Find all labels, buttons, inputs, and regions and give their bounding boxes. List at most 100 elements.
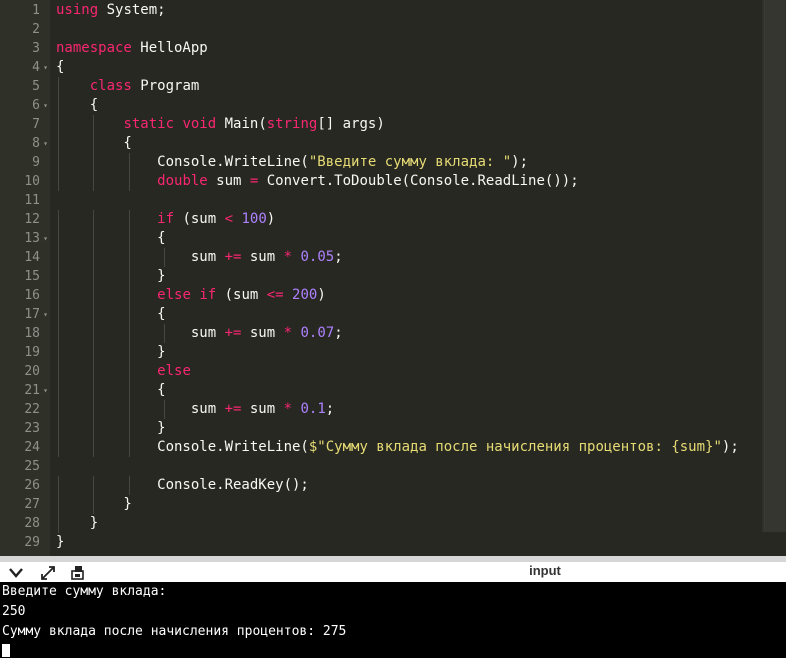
code-token: else: [157, 363, 191, 379]
line-number: 23: [24, 421, 40, 436]
line-number: 8: [32, 136, 40, 151]
code-token: }: [56, 268, 166, 284]
code-line[interactable]: 11: [0, 191, 786, 210]
code-token: Console.WriteLine(: [56, 154, 309, 170]
fold-arrow-icon[interactable]: ▾: [41, 305, 50, 324]
code-line[interactable]: 21 ▾ {: [0, 381, 786, 400]
code-token: 0.05: [300, 249, 335, 265]
console-line: Введите сумму вклада:: [2, 584, 167, 599]
code-token: *: [283, 325, 293, 341]
code-line[interactable]: 4 ▾ {: [0, 58, 786, 77]
code-line[interactable]: 2: [0, 20, 786, 39]
line-number: 18: [24, 326, 40, 341]
code-token: (sum: [216, 287, 267, 303]
line-number: 26: [24, 478, 40, 493]
code-line[interactable]: 16 else if (sum <= 200): [0, 286, 786, 305]
line-number: 5: [32, 79, 40, 94]
code-token: Program: [131, 78, 200, 94]
line-number: 15: [24, 269, 40, 284]
fold-arrow-icon[interactable]: ▾: [41, 96, 50, 115]
console-line: Сумму вклада после начисления процентов:…: [2, 624, 347, 639]
code-text: double sum = Convert.ToDouble(Console.Re…: [56, 172, 579, 191]
fold-arrow-icon[interactable]: ▾: [41, 381, 50, 400]
code-line[interactable]: 9 Console.WriteLine("Введите сумму вклад…: [0, 153, 786, 172]
code-line[interactable]: 19 }: [0, 343, 786, 362]
code-token: class: [89, 78, 132, 94]
copy-icon[interactable]: [68, 564, 88, 582]
code-token: 200: [292, 287, 318, 303]
code-line[interactable]: 5 class Program: [0, 77, 786, 96]
code-token: sum: [241, 249, 284, 265]
code-line[interactable]: 8 ▾ {: [0, 134, 786, 153]
code-token: ): [266, 211, 276, 227]
code-token: Convert.ToDouble(Console.ReadLine());: [258, 173, 579, 189]
code-token: sum: [241, 401, 284, 417]
code-line[interactable]: 14 sum += sum * 0.05;: [0, 248, 786, 267]
code-token: namespace: [56, 40, 132, 56]
code-line[interactable]: 17 ▾ {: [0, 305, 786, 324]
line-number: 11: [24, 193, 40, 208]
code-text: {: [56, 96, 98, 115]
code-token: HelloApp: [131, 40, 208, 56]
code-text: {: [56, 134, 132, 153]
code-line[interactable]: 12 if (sum < 100): [0, 210, 786, 229]
expand-arrows-icon[interactable]: [38, 564, 58, 582]
code-line[interactable]: 27 }: [0, 495, 786, 514]
line-number: 13: [24, 231, 40, 246]
code-token: {: [56, 230, 166, 246]
code-line[interactable]: 25: [0, 457, 786, 476]
output-toolbar: input: [0, 556, 786, 582]
code-line[interactable]: 3 namespace HelloApp: [0, 39, 786, 58]
code-line[interactable]: 20 else: [0, 362, 786, 381]
line-number: 4: [32, 60, 40, 75]
code-line[interactable]: 22 sum += sum * 0.1;: [0, 400, 786, 419]
code-line[interactable]: 29}: [0, 533, 786, 552]
line-number: 7: [32, 117, 40, 132]
code-token: }: [56, 534, 65, 550]
code-token: (sum: [174, 211, 225, 227]
code-token: "Введите сумму вклада: ": [308, 154, 512, 170]
code-line[interactable]: 26 Console.ReadKey();: [0, 476, 786, 495]
line-number: 3: [32, 41, 40, 56]
console-output[interactable]: Введите сумму вклада: 250 Сумму вклада пос…: [0, 582, 786, 658]
code-line[interactable]: 28 }: [0, 514, 786, 533]
line-number: 28: [24, 516, 40, 531]
code-token: sum: [56, 249, 225, 265]
code-line[interactable]: 1 using System;: [0, 1, 786, 20]
code-line[interactable]: 10 double sum = Convert.ToDouble(Console…: [0, 172, 786, 191]
code-text: }: [56, 514, 98, 533]
code-line[interactable]: 18 sum += sum * 0.07;: [0, 324, 786, 343]
code-text: {: [56, 229, 166, 248]
code-token: double: [157, 173, 208, 189]
code-token: ;: [325, 401, 335, 417]
code-line[interactable]: 7 static void Main(string[] args): [0, 115, 786, 134]
code-token: using: [56, 2, 99, 18]
code-token: sum: [241, 325, 284, 341]
code-text: }: [56, 343, 165, 362]
code-line[interactable]: 13 ▾ {: [0, 229, 786, 248]
code-text: else: [56, 362, 191, 381]
code-token: string: [266, 116, 318, 132]
code-editor[interactable]: 1 using System; 2 3 namespace HelloApp 4 ▾{5 c…: [0, 0, 786, 556]
code-token: sum: [56, 401, 225, 417]
fold-arrow-icon[interactable]: ▾: [41, 134, 50, 153]
code-line[interactable]: 24 Console.WriteLine($"Сумму вклада посл…: [0, 438, 786, 457]
fold-arrow-icon[interactable]: ▾: [41, 229, 50, 248]
code-token: static: [123, 116, 175, 132]
fold-arrow-icon[interactable]: ▾: [41, 58, 50, 77]
line-number: 16: [24, 288, 40, 303]
code-token: Console.WriteLine(: [56, 439, 309, 455]
line-number: 14: [24, 250, 40, 265]
code-line[interactable]: 15 }: [0, 267, 786, 286]
code-text: }: [56, 533, 64, 552]
code-token: {: [56, 135, 132, 151]
chevron-down-icon[interactable]: [6, 564, 26, 582]
code-line[interactable]: 6 ▾ {: [0, 96, 786, 115]
code-line[interactable]: 23 }: [0, 419, 786, 438]
console-line: 250: [2, 604, 26, 619]
line-number: 12: [24, 212, 40, 227]
code-token: if: [157, 211, 175, 227]
